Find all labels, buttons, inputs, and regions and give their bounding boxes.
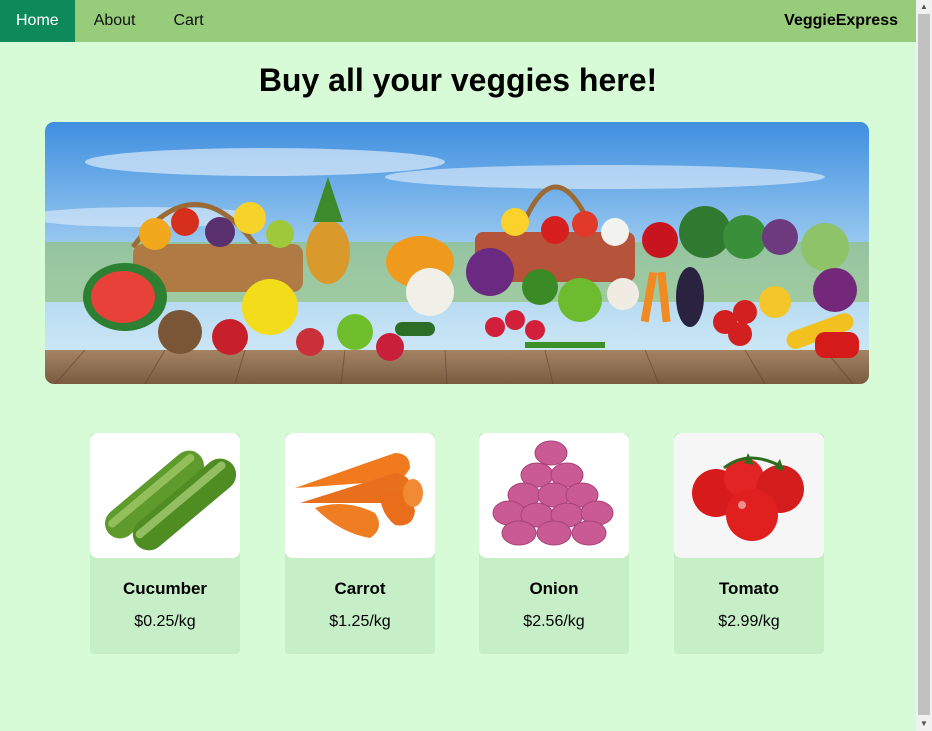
nav-home-link[interactable]: Home [0, 0, 75, 42]
product-grid: Cucumber $0.25/kg Carrot $1.25/kg Onion … [90, 433, 824, 654]
nav-cart-link[interactable]: Cart [155, 0, 223, 42]
product-price: $2.56/kg [523, 613, 585, 630]
product-card-onion[interactable]: Onion $2.56/kg [479, 433, 629, 654]
vegetable-market-illustration [45, 122, 869, 384]
product-card-tomato[interactable]: Tomato $2.99/kg [674, 433, 824, 654]
tomato-image[interactable] [674, 433, 824, 558]
product-price: $1.25/kg [329, 613, 391, 630]
scroll-up-arrow-icon[interactable]: ▲ [916, 0, 932, 14]
cucumber-image[interactable] [90, 433, 240, 558]
product-card-carrot[interactable]: Carrot $1.25/kg [285, 433, 435, 654]
onion-image[interactable] [479, 433, 629, 558]
carrot-image[interactable] [285, 433, 435, 558]
product-name: Carrot [334, 579, 386, 598]
navbar: Home About Cart VeggieExpress [0, 0, 916, 42]
hero-banner-image [45, 122, 869, 384]
product-name: Tomato [718, 579, 780, 598]
product-card-cucumber[interactable]: Cucumber $0.25/kg [90, 433, 240, 654]
nav-about-link[interactable]: About [75, 0, 155, 42]
brand-name[interactable]: VeggieExpress [784, 12, 916, 30]
vertical-scrollbar[interactable]: ▲ ▼ [916, 0, 932, 731]
page-title: Buy all your veggies here! [258, 62, 658, 98]
product-name: Onion [529, 579, 579, 598]
product-price: $2.99/kg [718, 613, 780, 630]
scroll-down-arrow-icon[interactable]: ▼ [916, 717, 932, 731]
product-name: Cucumber [122, 579, 208, 598]
scrollbar-thumb[interactable] [918, 14, 930, 715]
product-price: $0.25/kg [134, 613, 196, 630]
